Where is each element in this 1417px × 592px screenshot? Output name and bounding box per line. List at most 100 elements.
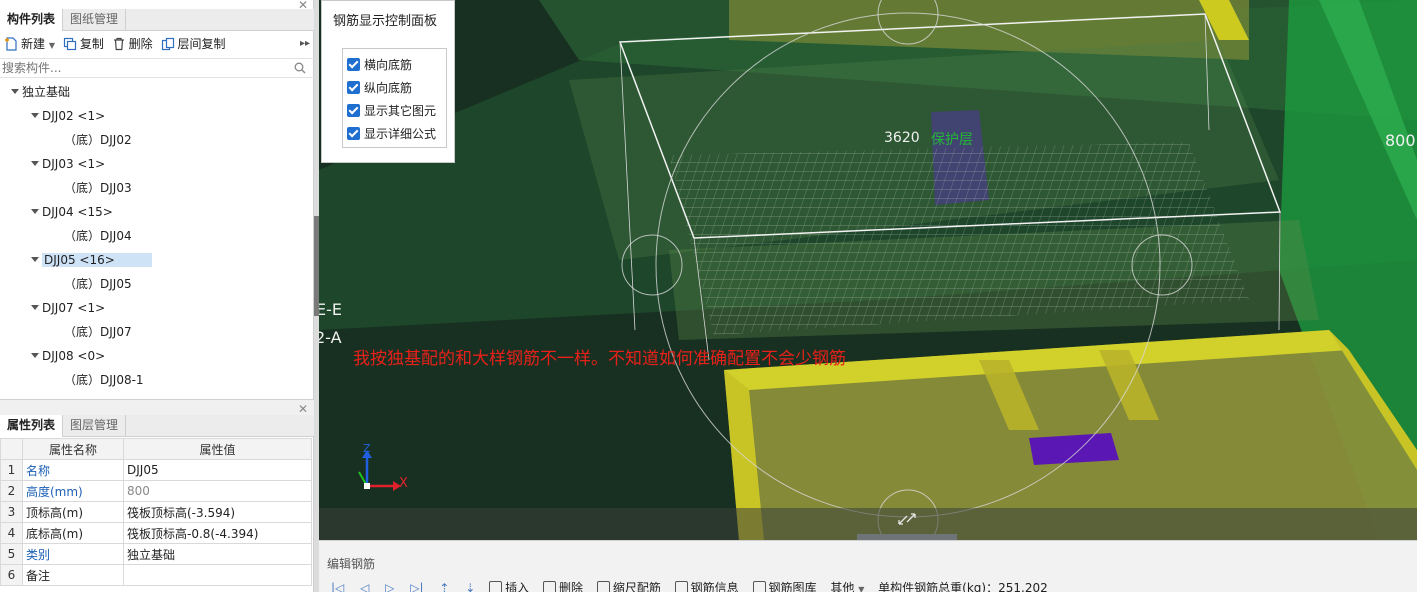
tree-leaf-label: （底）DJJ07	[64, 325, 132, 339]
tree-leaf-label: （底）DJJ04	[64, 229, 132, 243]
table-row[interactable]: 3 顶标高(m) 筏板顶标高(-3.594)	[0, 501, 312, 523]
prop-name: 备注	[22, 564, 124, 586]
scale-rebar-button[interactable]: 缩尺配筋	[596, 579, 661, 592]
prop-value[interactable]	[123, 564, 312, 586]
other-label: 其他	[830, 581, 855, 592]
table-row[interactable]: 6 备注	[0, 564, 312, 586]
info-icon	[674, 581, 688, 592]
prop-value[interactable]: DJJ05	[123, 459, 312, 481]
scale-icon	[596, 581, 610, 592]
search-input[interactable]	[0, 59, 290, 77]
edit-rebar-title: 编辑钢筋	[327, 557, 376, 571]
checkbox-checked[interactable]	[347, 81, 360, 94]
tab-property-list[interactable]: 属性列表	[0, 415, 64, 437]
tree-node[interactable]: DJJ08 <0>	[0, 345, 310, 367]
tree-leaf[interactable]: （底）DJJ05	[0, 273, 310, 295]
option-label: 显示详细公式	[364, 127, 437, 141]
new-button[interactable]: 新建 ▼	[4, 32, 55, 56]
prop-value[interactable]: 筏板顶标高-0.8(-4.394)	[123, 522, 312, 544]
tab-drawing-manage[interactable]: 图纸管理	[63, 9, 127, 31]
table-row[interactable]: 2 高度(mm) 800	[0, 480, 312, 502]
search-icon[interactable]	[294, 62, 306, 74]
tree-node[interactable]: DJJ02 <1>	[0, 105, 310, 127]
tree-node-label: DJJ04 <15>	[42, 205, 113, 219]
table-row[interactable]: 5 类别 独立基础	[0, 543, 312, 565]
cover-label: 保护层	[931, 132, 973, 148]
tab-layer-manage[interactable]: 图层管理	[63, 415, 127, 437]
rebar-display-control-panel: 钢筋显示控制面板 横向底筋 纵向底筋 显示其它图元 显示详细公式	[321, 0, 455, 163]
option-row[interactable]: 纵向底筋	[347, 79, 412, 97]
component-search	[0, 58, 314, 78]
tab-component-list[interactable]: 构件列表	[0, 9, 64, 31]
3d-viewport[interactable]: 钢筋显示控制面板 横向底筋 纵向底筋 显示其它图元 显示详细公式 3620 保护…	[319, 0, 1417, 540]
axis-label-2a: 2-A	[319, 328, 342, 347]
tree-node[interactable]: DJJ07 <1>	[0, 297, 310, 319]
rebar-library-button[interactable]: 钢筋图库	[752, 579, 817, 592]
copy-button[interactable]: 复制	[63, 32, 104, 56]
library-icon	[752, 581, 766, 592]
left-panel: 构件列表图纸管理 ✕ 新建 ▼ 复制 删除 层间复制 ▸▸ 独立基础 DJJ02…	[0, 0, 314, 592]
section-divider	[0, 399, 314, 415]
expand-icon[interactable]	[31, 353, 39, 358]
option-row[interactable]: 横向底筋	[347, 56, 412, 74]
option-row[interactable]: 显示其它图元	[347, 102, 436, 120]
property-table: 属性名称 属性值 1 名称 DJJ05 2 高度(mm) 800 3 顶标高(m…	[0, 438, 312, 586]
delete-button[interactable]: 删除	[112, 32, 153, 56]
tree-leaf-label: （底）DJJ02	[64, 133, 132, 147]
tree-leaf[interactable]: （底）DJJ04	[0, 225, 310, 247]
first-icon[interactable]: |◁	[331, 581, 344, 592]
tree-node-selected[interactable]: DJJ05 <16>	[0, 249, 310, 271]
dimension-label: 800	[1385, 131, 1416, 150]
floor-copy-button[interactable]: 层间复制	[161, 32, 226, 56]
expand-icon[interactable]	[11, 89, 19, 94]
other-button[interactable]: 其他 ▼	[830, 579, 864, 592]
tree-root[interactable]: 独立基础	[0, 81, 310, 103]
component-tabs: 构件列表 图纸管理	[0, 9, 314, 31]
tree-leaf[interactable]: （底）DJJ03	[0, 177, 310, 199]
tree-leaf[interactable]: （底）DJJ08-1	[0, 369, 310, 391]
trash-icon	[542, 581, 556, 592]
prop-value[interactable]: 筏板顶标高(-3.594)	[123, 501, 312, 523]
floor-copy-button-label: 层间复制	[177, 37, 226, 51]
close-icon[interactable]: ✕	[298, 403, 308, 415]
edit-rebar-panel: 编辑钢筋 |◁ ◁ ▷ ▷| ⇡ ⇣ 插入 删除 缩尺配筋 钢筋信息 钢筋图库 …	[319, 540, 1417, 592]
move-up-icon[interactable]: ⇡	[439, 581, 449, 592]
close-icon[interactable]: ✕	[298, 0, 308, 11]
checkbox-checked[interactable]	[347, 104, 360, 117]
tree-node[interactable]: DJJ04 <15>	[0, 201, 310, 223]
expand-icon[interactable]	[31, 113, 39, 118]
tree-leaf[interactable]: （底）DJJ07	[0, 321, 310, 343]
tree-node[interactable]: DJJ03 <1>	[0, 153, 310, 175]
row-number: 5	[0, 543, 23, 565]
checkbox-checked[interactable]	[347, 127, 360, 140]
row-number: 6	[0, 564, 23, 586]
option-row[interactable]: 显示详细公式	[347, 125, 436, 143]
purple-block	[1029, 433, 1119, 465]
move-down-icon[interactable]: ⇣	[465, 581, 475, 592]
tree-node-label: DJJ08 <0>	[42, 349, 106, 363]
prop-name: 顶标高(m)	[22, 501, 124, 523]
chevron-down-icon[interactable]: ▼	[858, 585, 864, 592]
tree-leaf[interactable]: （底）DJJ02	[0, 129, 310, 151]
tree-node-label: DJJ02 <1>	[42, 109, 106, 123]
expand-icon[interactable]	[31, 305, 39, 310]
expand-icon[interactable]	[31, 257, 39, 262]
table-row[interactable]: 4 底标高(m) 筏板顶标高-0.8(-4.394)	[0, 522, 312, 544]
expand-icon[interactable]	[31, 209, 39, 214]
rebar-info-button[interactable]: 钢筋信息	[674, 579, 739, 592]
insert-button[interactable]: 插入	[489, 579, 529, 592]
checkbox-checked[interactable]	[347, 58, 360, 71]
chevron-down-icon[interactable]: ▼	[49, 41, 55, 50]
option-label: 显示其它图元	[364, 104, 437, 118]
prev-icon[interactable]: ◁	[360, 581, 369, 592]
prop-name: 高度(mm)	[22, 480, 124, 502]
prop-value[interactable]: 800	[123, 480, 312, 502]
prop-name: 底标高(m)	[22, 522, 124, 544]
prop-value[interactable]: 独立基础	[123, 543, 312, 565]
more-icon[interactable]: ▸▸	[300, 32, 310, 56]
delete-rebar-button[interactable]: 删除	[542, 579, 583, 592]
next-icon[interactable]: ▷	[385, 581, 394, 592]
expand-icon[interactable]	[31, 161, 39, 166]
last-icon[interactable]: ▷|	[410, 581, 423, 592]
table-row[interactable]: 1 名称 DJJ05	[0, 459, 312, 481]
